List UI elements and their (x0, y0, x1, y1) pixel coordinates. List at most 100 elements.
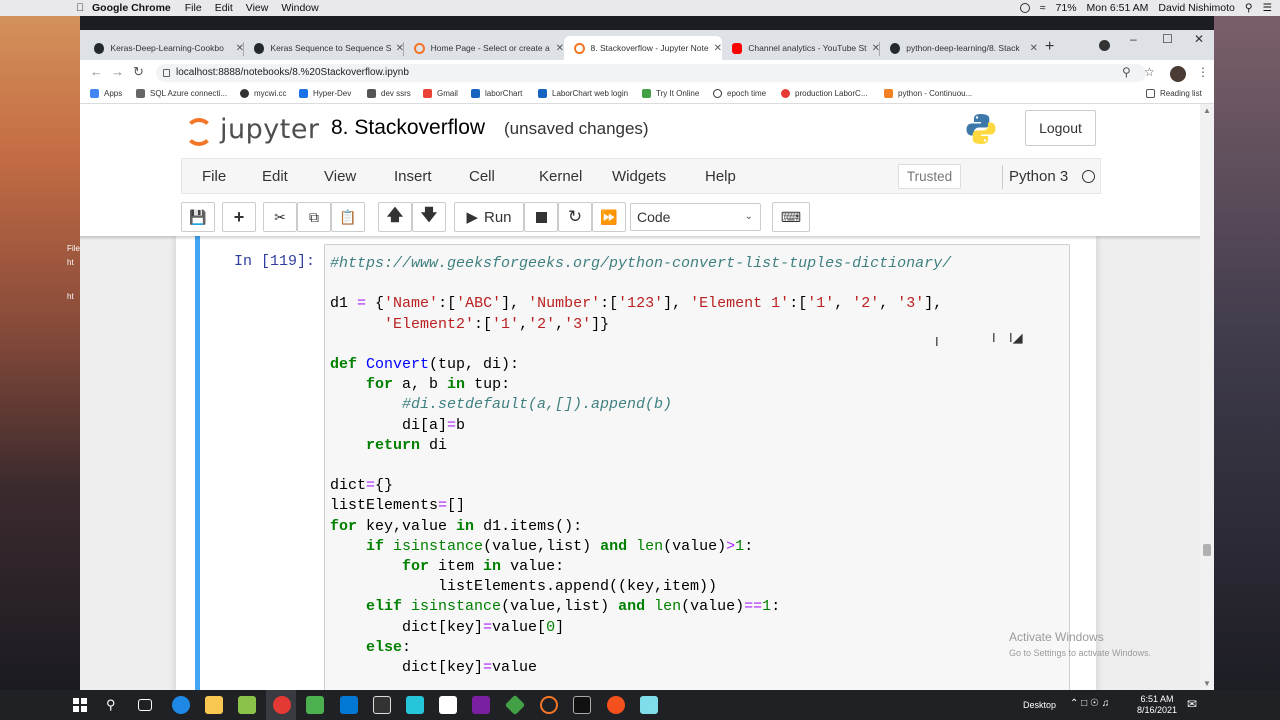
profile-avatar[interactable] (1170, 66, 1186, 82)
document-icon[interactable] (439, 696, 457, 714)
scroll-down-icon[interactable]: ▼ (1203, 679, 1211, 688)
app-icon[interactable] (640, 696, 658, 714)
move-down-button[interactable]: 🡇 (412, 202, 446, 232)
back-icon[interactable]: ← (90, 64, 103, 79)
window-close-icon[interactable]: ✕ (1194, 32, 1204, 46)
save-button[interactable]: 💾 (181, 202, 215, 232)
menu-help[interactable]: Help (705, 168, 736, 185)
search-icon[interactable]: ⚲ (106, 697, 124, 715)
new-tab-icon[interactable]: + (1045, 38, 1054, 56)
tab-home-page[interactable]: Home Page - Select or create a ✕ (404, 36, 564, 60)
mac-menu-edit[interactable]: Edit (215, 2, 233, 14)
desktop-item[interactable]: ht (67, 258, 74, 267)
menu-widgets[interactable]: Widgets (612, 168, 666, 185)
desktop-toolbar-label[interactable]: Desktop (1023, 700, 1056, 710)
app-icon[interactable] (607, 696, 625, 714)
bookmark-try-it-online[interactable]: Try It Online (642, 89, 699, 98)
tab-youtube-analytics[interactable]: Channel analytics - YouTube St ✕ (722, 36, 880, 60)
jupyter-taskbar-icon[interactable] (540, 696, 558, 714)
bookmark-apps[interactable]: Apps (90, 89, 122, 98)
paste-button[interactable]: 📋 (331, 202, 365, 232)
bookmark-sql-azure[interactable]: SQL Azure connecti... (136, 89, 227, 98)
restart-button[interactable]: ↻ (558, 202, 592, 232)
mac-menu-window[interactable]: Window (281, 2, 318, 14)
bookmark-python-continuous[interactable]: python - Continuou... (884, 89, 972, 98)
taskbar-clock[interactable]: 6:51 AM 8/16/2021 (1137, 694, 1177, 716)
close-icon[interactable]: ✕ (714, 43, 722, 54)
visual-studio-icon[interactable] (472, 696, 490, 714)
scroll-thumb[interactable] (1203, 544, 1211, 556)
outlook-icon[interactable] (340, 696, 358, 714)
spotlight-icon[interactable]: ⚲ (1245, 2, 1253, 14)
record-icon[interactable] (1019, 3, 1030, 13)
mac-menu-file[interactable]: File (185, 2, 202, 14)
notifications-icon[interactable]: ✉ (1187, 697, 1197, 711)
page-scrollbar[interactable]: ▲ ▼ (1200, 104, 1214, 690)
command-palette-button[interactable]: ⌨ (772, 202, 810, 232)
file-explorer-icon[interactable] (205, 696, 223, 714)
reload-icon[interactable]: ↻ (133, 64, 144, 80)
bookmark-laborchart[interactable]: laborChart (471, 89, 522, 98)
cut-button[interactable]: ✂ (263, 202, 297, 232)
user-name[interactable]: David Nishimoto (1158, 2, 1234, 14)
tab-keras-seq2seq[interactable]: Keras Sequence to Sequence S ✕ (244, 36, 404, 60)
app-name[interactable]: Google Chrome (92, 2, 171, 14)
menu-cell[interactable]: Cell (469, 168, 495, 185)
scroll-up-icon[interactable]: ▲ (1203, 106, 1211, 115)
menu-file[interactable]: File (202, 168, 226, 185)
code-content[interactable]: #https://www.geeksforgeeks.org/python-co… (330, 254, 951, 678)
copy-button[interactable]: ⧉ (297, 202, 331, 232)
menu-kernel[interactable]: Kernel (539, 168, 582, 185)
bookmark-dev-ssrs[interactable]: dev ssrs (367, 89, 411, 98)
menu-view[interactable]: View (324, 168, 356, 185)
mac-menu-view[interactable]: View (246, 2, 269, 14)
wifi-icon[interactable]: ≈ (1040, 2, 1046, 14)
app-icon[interactable] (306, 696, 324, 714)
reading-list[interactable]: Reading list (1146, 89, 1202, 98)
apple-menu-icon[interactable]:  (70, 2, 92, 14)
edge-icon[interactable] (172, 696, 190, 714)
bookmark-mycwi[interactable]: mycwi.cc (240, 89, 286, 98)
terminal-icon[interactable] (573, 696, 591, 714)
bookmark-hyper-dev[interactable]: Hyper-Dev (299, 89, 351, 98)
control-center-icon[interactable]: ☰ (1263, 2, 1272, 14)
clock-text[interactable]: Mon 6:51 AM (1087, 2, 1149, 14)
minimize-icon[interactable]: – (1130, 32, 1137, 46)
windows-start-icon[interactable] (73, 698, 87, 712)
interrupt-button[interactable] (524, 202, 558, 232)
chrome-icon[interactable] (273, 696, 291, 714)
desktop-file-label[interactable]: File (67, 244, 80, 253)
bookmark-star-icon[interactable]: ☆ (1144, 65, 1155, 79)
trusted-button[interactable]: Trusted (898, 164, 961, 189)
app-icon[interactable] (504, 694, 526, 716)
move-up-button[interactable]: 🡅 (378, 202, 412, 232)
menu-insert[interactable]: Insert (394, 168, 432, 185)
cell-type-select[interactable]: Code ⌄ (630, 203, 761, 231)
run-button[interactable]: ▶ Run (454, 202, 524, 232)
bookmark-laborchart-login[interactable]: LaborChart web login (538, 89, 628, 98)
insert-cell-button[interactable]: + (222, 202, 256, 232)
code-cell-editor[interactable]: #https://www.geeksforgeeks.org/python-co… (324, 244, 1070, 690)
close-icon[interactable]: ✕ (556, 43, 564, 54)
restart-run-all-button[interactable]: ⏩ (592, 202, 626, 232)
task-view-icon[interactable] (138, 699, 152, 711)
app-icon[interactable] (373, 696, 391, 714)
tab-stackoverflow-notebook[interactable]: 8. Stackoverflow - Jupyter Note ✕ (564, 36, 722, 60)
tab-python-deep-learning[interactable]: python-deep-learning/8. Stack ✕ (880, 36, 1038, 60)
logout-button[interactable]: Logout (1025, 110, 1096, 146)
system-tray-icons[interactable]: ⌃ □ ☉ ♫ (1070, 698, 1109, 709)
zoom-icon[interactable]: ⚲ (1122, 65, 1131, 79)
battery-level[interactable]: 71% (1056, 2, 1077, 14)
kernel-name[interactable]: Python 3 (1009, 168, 1068, 185)
notebook-title[interactable]: 8. Stackoverflow (331, 116, 485, 140)
tab-search-icon[interactable] (1099, 40, 1110, 51)
maximize-icon[interactable]: ☐ (1162, 32, 1173, 46)
forward-icon[interactable]: → (111, 64, 124, 79)
bookmark-epoch-time[interactable]: epoch time (713, 89, 766, 98)
url-field[interactable]: localhost:8888/notebooks/8.%20Stackoverf… (156, 64, 1146, 82)
desktop-item[interactable]: ht (67, 292, 74, 301)
close-icon[interactable]: ✕ (1030, 43, 1038, 54)
info-icon[interactable] (163, 69, 170, 77)
tab-keras-cookbook[interactable]: Keras-Deep-Learning-Cookbo ✕ (84, 36, 244, 60)
browser-menu-icon[interactable]: ⋮ (1197, 65, 1209, 79)
